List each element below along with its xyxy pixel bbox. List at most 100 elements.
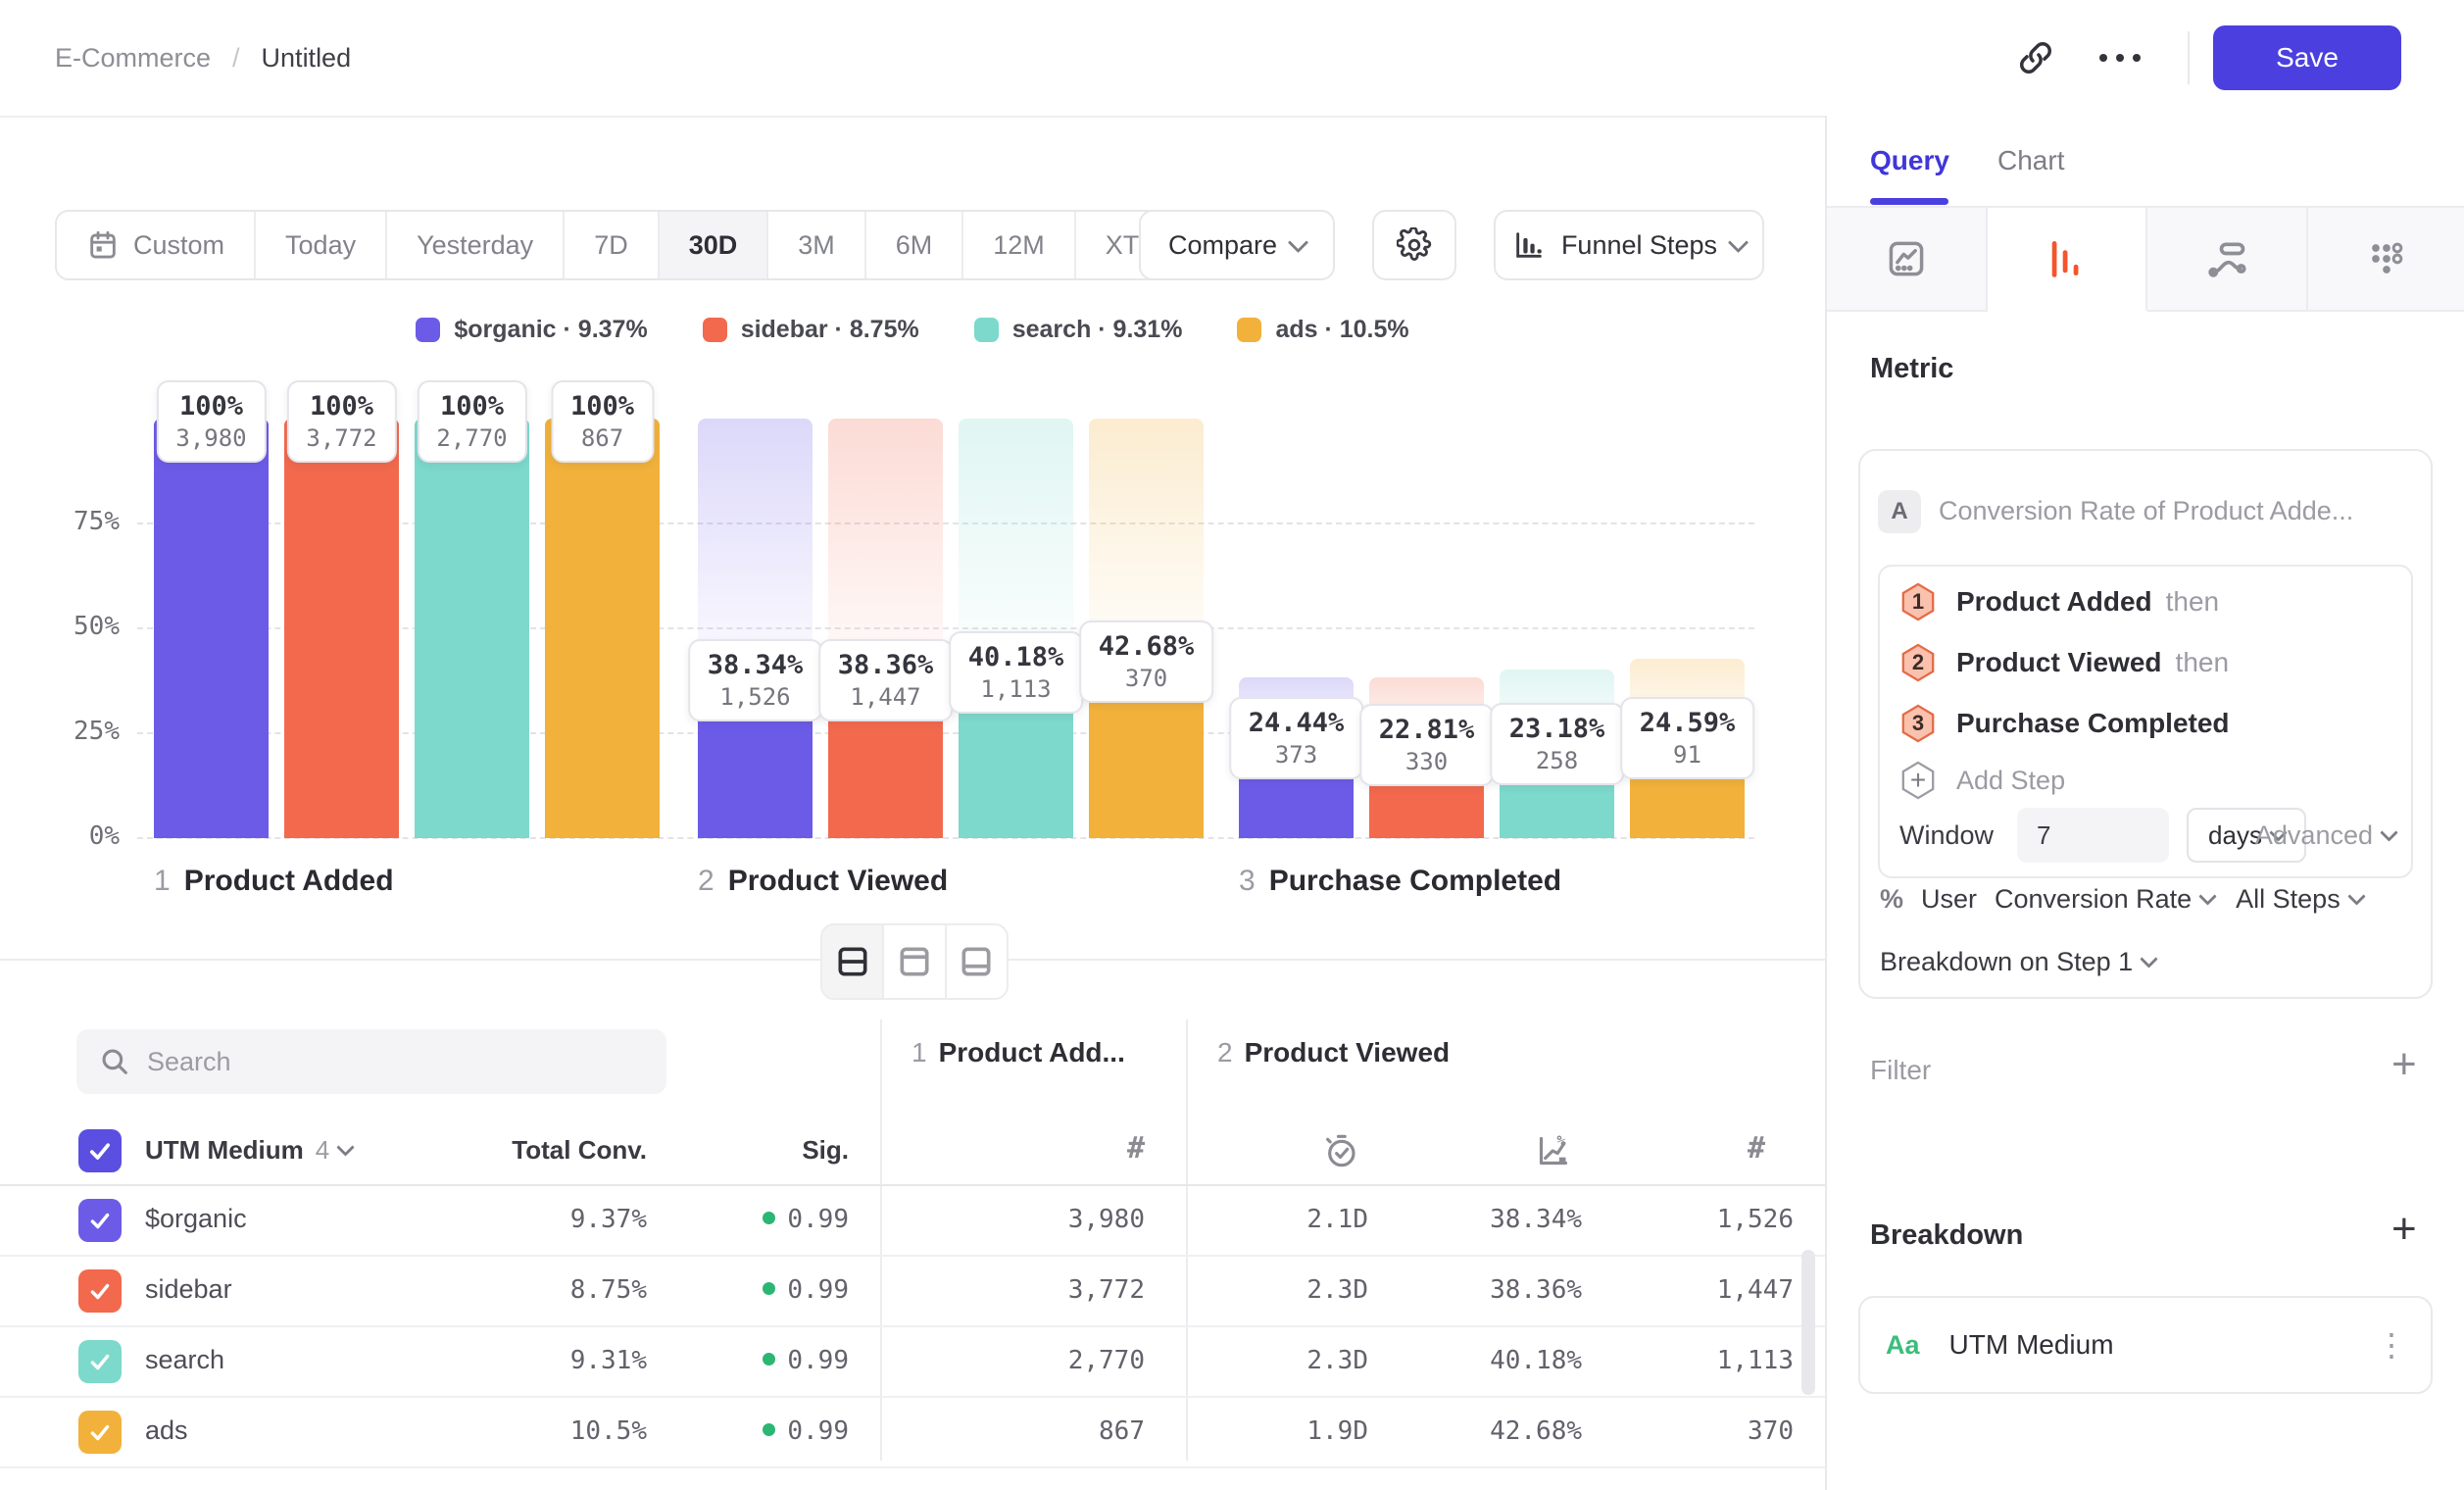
- row-checkbox[interactable]: [78, 1199, 122, 1242]
- row-checkbox[interactable]: [78, 1411, 122, 1454]
- share-link-button[interactable]: [2001, 0, 2070, 116]
- tab-chart[interactable]: Chart: [1997, 145, 2064, 176]
- funnel-bar[interactable]: 100%867: [545, 419, 660, 838]
- breadcrumb-root[interactable]: E-Commerce: [55, 43, 211, 74]
- range-3m[interactable]: 3M: [768, 212, 866, 278]
- breakdown-item[interactable]: Aa UTM Medium ⋮: [1858, 1296, 2433, 1394]
- add-step-button[interactable]: + Add Step: [1899, 759, 2065, 802]
- layout-split-button[interactable]: [822, 925, 884, 998]
- funnel-bar[interactable]: 100%2,770: [415, 419, 529, 838]
- funnel-bar[interactable]: 24.44%373: [1239, 419, 1354, 838]
- metric-heading: Metric: [1870, 353, 1953, 385]
- range-custom[interactable]: Custom: [57, 212, 256, 278]
- grid-dots-icon: [2365, 237, 2408, 280]
- funnel-bar[interactable]: 24.59%91: [1630, 419, 1745, 838]
- legend-item[interactable]: ads · 10.5%: [1237, 316, 1408, 344]
- funnel-chart-icon: [1512, 228, 1546, 262]
- table-scrollbar[interactable]: [1801, 1250, 1815, 1395]
- row-checkbox[interactable]: [78, 1269, 122, 1313]
- range-30d[interactable]: 30D: [660, 212, 769, 278]
- search-input[interactable]: Search: [76, 1029, 666, 1094]
- conversion-rate-icon[interactable]: %: [1534, 1131, 1573, 1170]
- tab-query[interactable]: Query: [1870, 145, 1949, 176]
- measure-metric-dropdown[interactable]: Conversion Rate: [1995, 884, 2214, 915]
- funnel-bar[interactable]: 100%3,980: [154, 419, 269, 838]
- legend-item[interactable]: search · 9.31%: [974, 316, 1183, 344]
- range-6m[interactable]: 6M: [866, 212, 964, 278]
- add-breakdown-button[interactable]: +: [2391, 1212, 2417, 1247]
- legend-item[interactable]: $organic · 9.37%: [416, 316, 647, 344]
- total-conv-header[interactable]: Total Conv.: [512, 1135, 647, 1166]
- funnel-step-label: 1Product Added: [154, 865, 394, 898]
- count-icon[interactable]: #: [1127, 1131, 1145, 1166]
- funnel-bar[interactable]: 42.68%370: [1089, 419, 1204, 838]
- query-step-3[interactable]: 3Purchase Completed: [1899, 702, 2230, 745]
- legend-swatch: [416, 318, 440, 342]
- measure-scope-dropdown[interactable]: All Steps: [2236, 884, 2363, 915]
- window-value-input[interactable]: 7: [2017, 808, 2169, 863]
- bar-value-label: 38.34%1,526: [688, 639, 823, 721]
- save-button[interactable]: Save: [2213, 25, 2401, 90]
- funnel-bar[interactable]: 100%3,772: [284, 419, 399, 838]
- bar-value-label: 23.18%258: [1490, 703, 1625, 785]
- tab-funnel-chart[interactable]: [1988, 208, 2148, 312]
- measure-entity[interactable]: User: [1921, 884, 1977, 915]
- top-bar: E-Commerce / Untitled Save: [0, 0, 2464, 118]
- range-7d[interactable]: 7D: [565, 212, 660, 278]
- chart-type-dropdown[interactable]: Funnel Steps: [1494, 210, 1764, 280]
- select-all-checkbox[interactable]: [78, 1129, 122, 1172]
- funnel-bar[interactable]: 40.18%1,113: [959, 419, 1073, 838]
- layout-table-button[interactable]: [947, 925, 1007, 998]
- journey-icon: [2205, 237, 2248, 280]
- advanced-toggle[interactable]: Advanced: [2255, 820, 2395, 851]
- table-row[interactable]: sidebar8.75%0.993,7722.3D38.36%1,447: [0, 1257, 1825, 1327]
- step-number: 1: [912, 1037, 927, 1068]
- step2-count: 1,447: [1717, 1275, 1794, 1305]
- table-row[interactable]: $organic9.37%0.993,9802.1D38.34%1,526: [0, 1186, 1825, 1257]
- more-menu-button[interactable]: [2086, 0, 2154, 116]
- svg-text:%: %: [1556, 1132, 1565, 1150]
- tab-line-chart[interactable]: [1827, 208, 1988, 312]
- sig-header[interactable]: Sig.: [802, 1135, 849, 1166]
- funnel-bar[interactable]: 23.18%258: [1500, 419, 1614, 838]
- time-to-convert-icon[interactable]: [1321, 1131, 1360, 1170]
- breadcrumb-current[interactable]: Untitled: [262, 43, 352, 74]
- gear-icon: [1397, 227, 1432, 263]
- chart-type-tabs: [1827, 206, 2464, 312]
- range-12m[interactable]: 12M: [963, 212, 1076, 278]
- app-window: E-Commerce / Untitled Save CustomTodayYe…: [0, 0, 2464, 1490]
- active-tab-indicator: [1870, 198, 1948, 205]
- legend-item[interactable]: sidebar · 8.75%: [703, 316, 919, 344]
- funnel-bar-solid: [284, 419, 399, 838]
- chart-settings-button[interactable]: [1372, 210, 1456, 280]
- row-checkbox[interactable]: [78, 1340, 122, 1383]
- tab-data-table[interactable]: [2308, 208, 2464, 312]
- breakdown-on-step-dropdown[interactable]: Breakdown on Step 1: [1880, 947, 2155, 977]
- measure-scope-label: All Steps: [2236, 884, 2341, 915]
- total-conv-value: 9.37%: [570, 1205, 647, 1234]
- add-filter-button[interactable]: +: [2391, 1047, 2417, 1082]
- chevron-down-icon: [337, 1138, 355, 1156]
- metric-title[interactable]: Conversion Rate of Product Adde...: [1939, 496, 2353, 526]
- compare-button[interactable]: Compare: [1139, 210, 1335, 280]
- count-icon[interactable]: #: [1748, 1131, 1765, 1166]
- table-row[interactable]: search9.31%0.992,7702.3D40.18%1,113: [0, 1327, 1825, 1398]
- group-column-header[interactable]: UTM Medium 4: [145, 1135, 352, 1166]
- query-step-2[interactable]: 2Product Viewedthen: [1899, 641, 2229, 684]
- query-step-1[interactable]: 1Product Addedthen: [1899, 580, 2219, 623]
- range-yesterday[interactable]: Yesterday: [387, 212, 565, 278]
- funnel-bar[interactable]: 22.81%330: [1369, 419, 1484, 838]
- legend-label: sidebar · 8.75%: [741, 316, 919, 344]
- layout-chart-button[interactable]: [884, 925, 946, 998]
- funnel-bar[interactable]: 38.34%1,526: [698, 419, 813, 838]
- ellipsis-icon: [2099, 54, 2141, 62]
- chevron-down-icon: [2198, 887, 2216, 905]
- kebab-menu-icon[interactable]: ⋮: [2376, 1326, 2407, 1364]
- legend-label: search · 9.31%: [1012, 316, 1183, 344]
- funnel-bar[interactable]: 38.36%1,447: [828, 419, 943, 838]
- table-row[interactable]: ads10.5%0.998671.9D42.68%370: [0, 1398, 1825, 1468]
- layout-top-icon: [896, 943, 933, 980]
- tab-journey-chart[interactable]: [2147, 208, 2308, 312]
- step-name: Product Add...: [939, 1037, 1125, 1068]
- range-today[interactable]: Today: [256, 212, 387, 278]
